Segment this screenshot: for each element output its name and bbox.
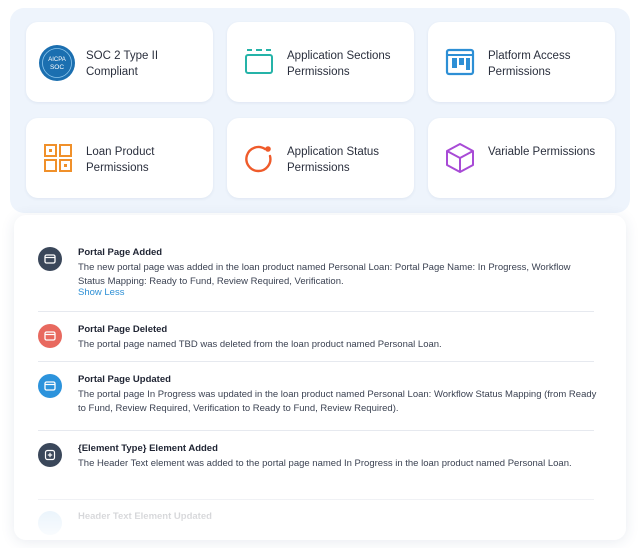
grid-icon — [42, 142, 74, 174]
divider — [38, 430, 594, 431]
aicpa-soc-badge-icon: AICPA SOC — [38, 44, 76, 82]
show-less-link[interactable]: Show Less — [78, 287, 124, 298]
divider — [38, 499, 594, 500]
platform-access-card[interactable]: Platform Access Permissions — [428, 22, 615, 102]
activity-title: {Element Type} Element Added — [78, 443, 218, 454]
permissions-panel: AICPA SOC SOC 2 Type II Compliant Applic… — [10, 8, 630, 213]
card-label: SOC 2 Type II Compliant — [86, 50, 159, 78]
activity-item: {Element Type} Element Added The Header … — [38, 443, 598, 489]
sections-icon — [243, 46, 275, 78]
activity-description: The new portal page was added in the loa… — [78, 262, 571, 287]
activity-title: Portal Page Updated — [78, 374, 171, 385]
activity-title: Portal Page Added — [78, 247, 163, 258]
page-icon — [38, 247, 62, 271]
card-label: Platform Access Permissions — [488, 50, 571, 78]
activity-description: The portal page In Progress was updated … — [78, 389, 597, 414]
activity-item: Portal Page Deleted The portal page name… — [38, 324, 598, 356]
activity-item: Header Text Element Updated — [38, 511, 598, 535]
application-status-card[interactable]: Application Status Permissions — [227, 118, 414, 198]
board-icon — [444, 46, 476, 78]
divider — [38, 311, 594, 312]
svg-text:SOC: SOC — [50, 64, 64, 71]
activity-log: Portal Page Added The new portal page wa… — [14, 215, 626, 540]
activity-description: The portal page named TBD was deleted fr… — [78, 339, 442, 350]
card-label: Application Sections Permissions — [287, 50, 391, 78]
cube-icon — [444, 142, 476, 174]
divider — [38, 361, 594, 362]
add-element-icon — [38, 443, 62, 467]
activity-item: Portal Page Added The new portal page wa… — [38, 247, 598, 307]
status-ring-icon — [243, 142, 275, 174]
activity-title: Header Text Element Updated — [78, 511, 212, 522]
card-label: Application Status Permissions — [287, 146, 380, 174]
page-icon — [38, 511, 62, 535]
card-label: Loan Product Permissions — [86, 146, 155, 174]
activity-title: Portal Page Deleted — [78, 324, 168, 335]
loan-product-card[interactable]: Loan Product Permissions — [26, 118, 213, 198]
activity-description: The Header Text element was added to the… — [78, 458, 572, 469]
svg-text:AICPA: AICPA — [48, 57, 66, 63]
application-sections-card[interactable]: Application Sections Permissions — [227, 22, 414, 102]
card-label: Variable Permissions — [488, 146, 596, 158]
page-icon — [38, 324, 62, 348]
page-icon — [38, 374, 62, 398]
variable-card[interactable]: Variable Permissions — [428, 118, 615, 198]
activity-item: Portal Page Updated The portal page In P… — [38, 374, 598, 420]
soc2-card[interactable]: AICPA SOC SOC 2 Type II Compliant — [26, 22, 213, 102]
